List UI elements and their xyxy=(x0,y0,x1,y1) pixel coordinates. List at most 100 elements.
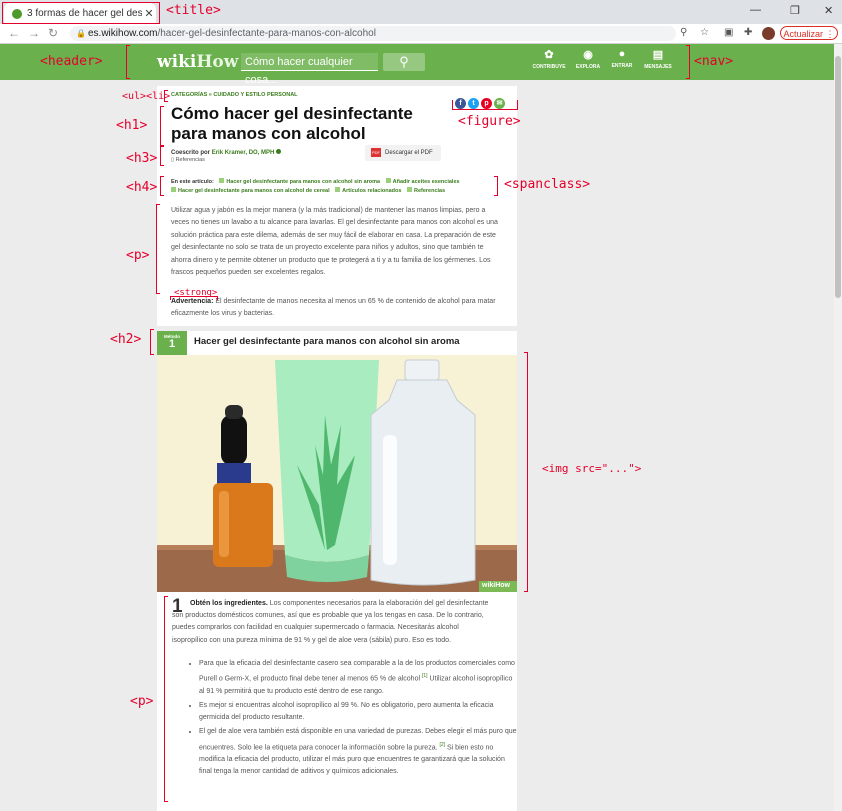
annot-h3-bracket xyxy=(160,146,164,166)
warning-text: El desinfectante de manos necesita al me… xyxy=(171,298,496,318)
annot-header: <header> xyxy=(40,54,103,69)
annot-nav-bracket xyxy=(686,45,690,79)
reload-icon[interactable]: ↻ xyxy=(48,26,58,40)
step-bullets: Para que la eficacia del desinfectante c… xyxy=(172,658,519,780)
update-label: Actualizar xyxy=(783,29,823,39)
step-lead: Obtén los ingredientes. xyxy=(190,600,268,607)
references-link[interactable]: ▯ Referencias xyxy=(171,157,205,163)
back-icon[interactable]: ← xyxy=(8,26,20,40)
annot-title-box xyxy=(2,2,160,24)
pdf-label: Descargar el PDF xyxy=(385,150,433,156)
breadcrumb: CATEGORÍAS » CUIDADO Y ESTILO PERSONAL xyxy=(171,92,298,98)
coauthor-link[interactable]: Erik Kramer, DO, MPH xyxy=(212,150,275,156)
annot-spanclass-bracket xyxy=(494,176,498,196)
extensions-icon[interactable]: ✚ xyxy=(744,27,752,38)
annot-ul-bracket xyxy=(164,90,168,102)
annot-h4-bracket xyxy=(160,176,164,196)
close-window-icon[interactable]: ✕ xyxy=(824,4,833,17)
crumb-separator: » xyxy=(208,92,212,98)
document-icon: ▯ xyxy=(171,157,175,163)
annot-p1-bracket xyxy=(156,204,160,294)
nav-explora[interactable]: ◉ EXPLORA xyxy=(570,48,606,70)
coauthor-line: Coescrito por Erik Kramer, DO, MPH xyxy=(171,149,282,156)
list-item: Para que la eficacia del desinfectante c… xyxy=(199,658,519,698)
toc-link[interactable]: Artículos relacionados xyxy=(342,188,401,194)
maximize-icon[interactable]: ❐ xyxy=(790,4,800,17)
annot-h2: <h2> xyxy=(110,332,142,347)
method-badge-number: 1 xyxy=(168,338,176,350)
list-item: Es mejor si encuentras alcohol isopropíl… xyxy=(199,700,519,724)
address-bar: ← → ↻ 🔒 es.wikihow.com/hacer-gel-desinfe… xyxy=(0,24,842,44)
annot-h1-bracket xyxy=(160,106,164,146)
lock-icon: 🔒 xyxy=(76,29,86,38)
table-of-contents: En este artículo: Hacer gel desinfectant… xyxy=(171,178,501,196)
chat-icon: ▤ xyxy=(652,49,664,61)
annot-figure: <figure> xyxy=(458,114,521,129)
profile-avatar[interactable] xyxy=(762,27,775,40)
annot-ul-li: <ul><li> xyxy=(122,91,171,102)
pdf-icon: PDF xyxy=(371,147,381,157)
user-icon: ● xyxy=(618,48,626,60)
forward-icon[interactable]: → xyxy=(28,26,40,40)
crumb-categorias[interactable]: CATEGORÍAS xyxy=(171,92,207,98)
crumb-cuidado[interactable]: CUIDADO Y ESTILO PERSONAL xyxy=(213,92,297,98)
method-title: Hacer gel desinfectante para manos con a… xyxy=(194,336,460,347)
url-path: /hacer-gel-desinfectante-para-manos-con-… xyxy=(157,28,376,39)
annot-h3: <h3> xyxy=(126,151,158,166)
bullet-square-icon xyxy=(335,187,341,192)
verified-icon xyxy=(276,149,282,154)
annot-img: <img src="..."> xyxy=(542,462,642,475)
wikihow-logo[interactable]: wikiHow xyxy=(157,52,238,72)
toc-link[interactable]: Hacer gel desinfectante para manos con a… xyxy=(178,188,330,194)
step-illustration[interactable]: wikiHow xyxy=(157,355,517,592)
toc-link[interactable]: Referencias xyxy=(414,188,445,194)
annot-figure-bracket xyxy=(452,100,518,110)
method-header: Método 1 Hacer gel desinfectante para ma… xyxy=(157,331,517,356)
toc-prefix: En este artículo: xyxy=(171,179,214,185)
annot-h1: <h1> xyxy=(116,118,148,133)
wikihow-watermark: wikiHow xyxy=(482,582,511,589)
search-input[interactable]: Cómo hacer cualquier cosa... xyxy=(241,53,378,86)
warning-paragraph: Advertencia: El desinfectante de manos n… xyxy=(171,296,503,321)
bookmark-star-icon[interactable]: ☆ xyxy=(700,27,709,38)
nav-label: ENTRAR xyxy=(611,63,633,69)
annot-nav: <nav> xyxy=(694,54,734,69)
annot-img-bracket xyxy=(524,352,528,592)
search-icon: ⚲ xyxy=(399,54,409,69)
nav-contribuye[interactable]: ✿ CONTRIBUYE xyxy=(531,48,567,70)
annot-p2-bracket xyxy=(164,596,168,802)
references-label: Referencias xyxy=(175,157,205,163)
annot-p2: <p> xyxy=(130,694,154,709)
list-item: El gel de aloe vera también está disponi… xyxy=(199,726,519,778)
seedling-icon: ✿ xyxy=(544,49,554,61)
url-domain: es.wikihow.com xyxy=(88,28,158,39)
annot-title: <title> xyxy=(166,3,221,18)
annot-h4: <h4> xyxy=(126,180,158,195)
logo-wiki: wiki xyxy=(157,52,197,72)
bullet-square-icon xyxy=(406,187,412,192)
extension-pdf-icon[interactable]: ▣ xyxy=(724,27,733,38)
scrollbar-thumb[interactable] xyxy=(835,56,841,298)
nav-mensajes[interactable]: ▤ MENSAJES xyxy=(640,48,676,70)
bullet-square-icon xyxy=(385,178,391,183)
method-badge: Método 1 xyxy=(157,331,187,355)
toc-link[interactable]: Añadir aceites esenciales xyxy=(393,179,460,185)
toc-link[interactable]: Hacer gel desinfectante para manos con a… xyxy=(226,179,380,185)
page-title: Cómo hacer gel desinfectante para manos … xyxy=(171,104,413,143)
zoom-icon[interactable]: ⚲ xyxy=(680,27,687,38)
logo-how: How xyxy=(196,52,239,72)
bullet-square-icon xyxy=(171,187,176,192)
search-button[interactable]: ⚲ xyxy=(383,53,425,71)
step-paragraph: Obtén los ingredientes. Los componentes … xyxy=(172,598,492,647)
annot-h2-bracket xyxy=(150,329,154,355)
bullet-text: Es mejor si encuentras alcohol isopropíl… xyxy=(199,701,494,722)
nav-label: EXPLORA xyxy=(575,64,601,70)
url-field[interactable]: 🔒 es.wikihow.com/hacer-gel-desinfectante… xyxy=(70,26,676,41)
coauthor-prefix: Coescrito por xyxy=(171,150,212,156)
download-pdf-button[interactable]: PDF Descargar el PDF xyxy=(365,145,441,161)
minimize-icon[interactable]: — xyxy=(750,4,761,16)
update-button[interactable]: Actualizar ⋮ xyxy=(780,26,838,40)
nav-entrar[interactable]: ● ENTRAR xyxy=(604,48,640,69)
annot-strong-bracket xyxy=(170,296,218,300)
nav-label: MENSAJES xyxy=(644,64,672,70)
